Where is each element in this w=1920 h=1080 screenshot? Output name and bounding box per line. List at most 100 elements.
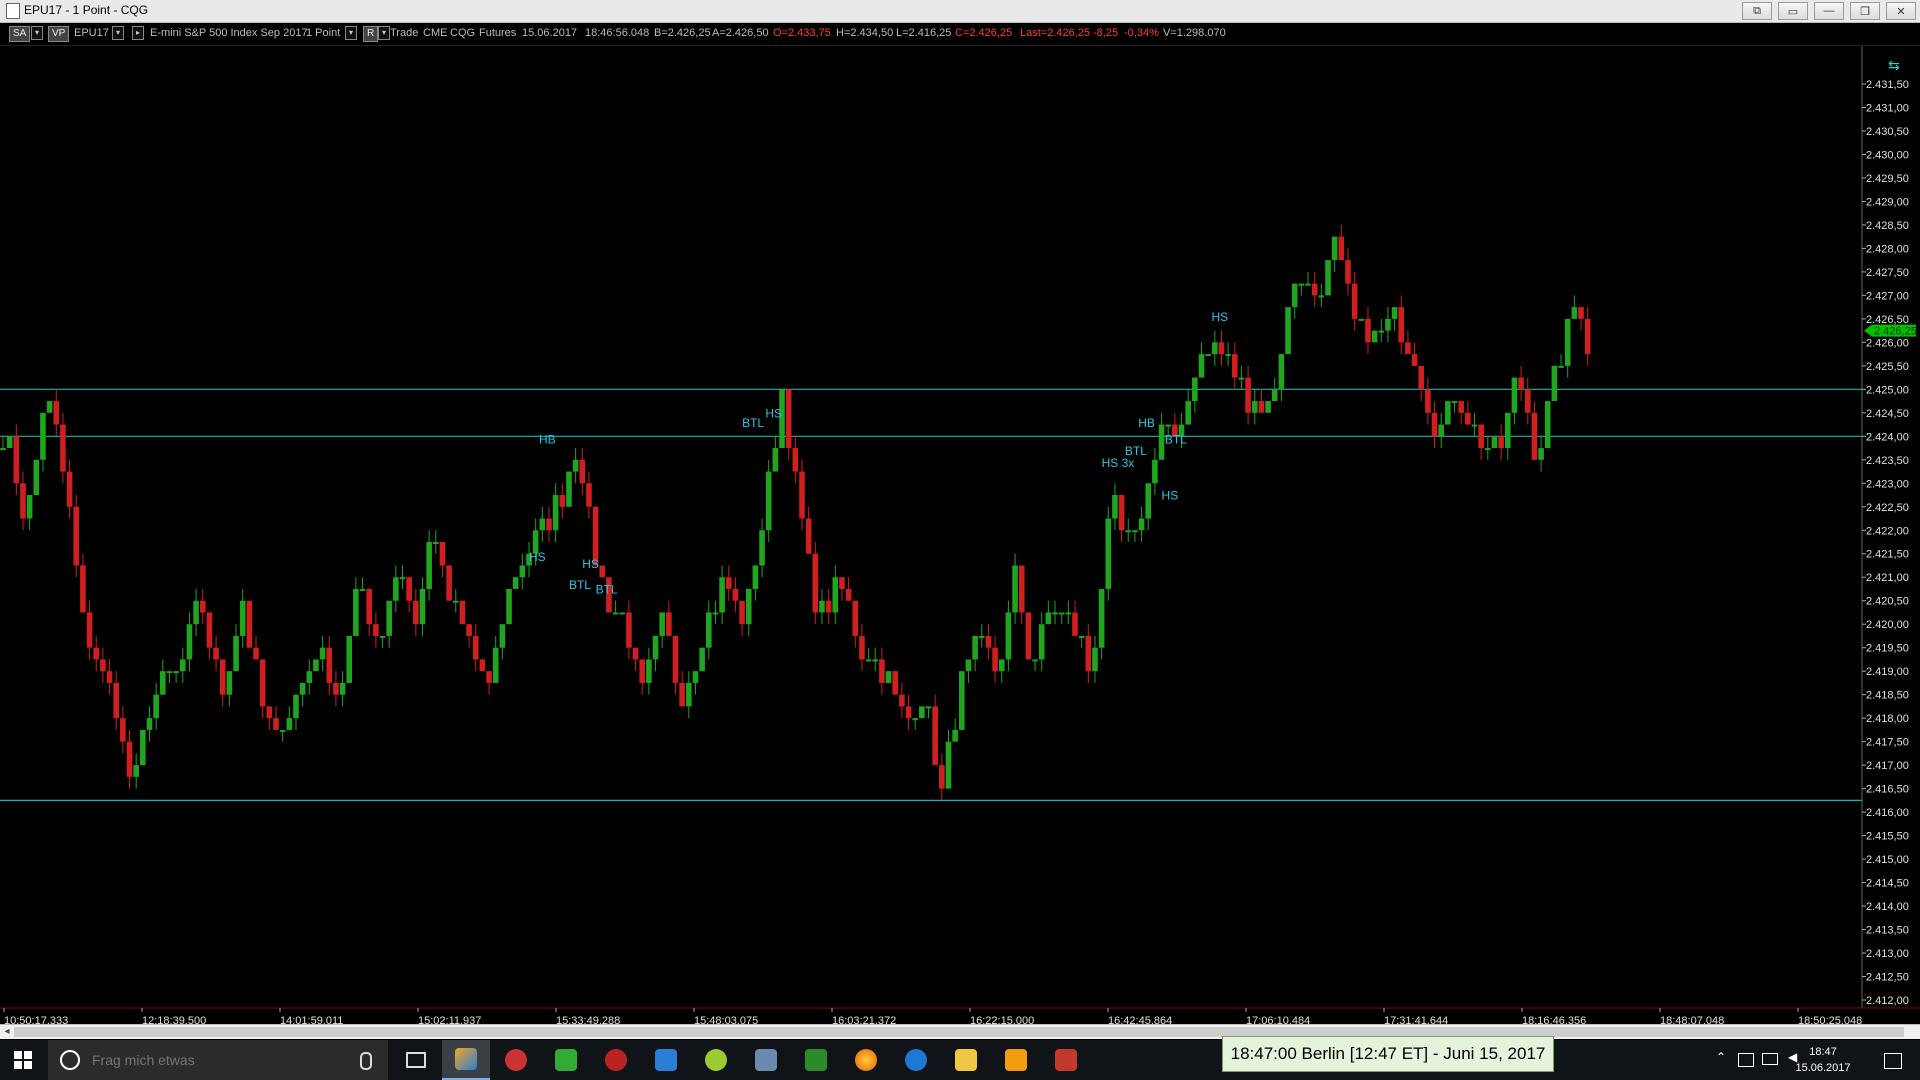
pattern-label: BTL [742, 416, 764, 430]
r-dropdown-icon[interactable]: ▾ [378, 26, 390, 40]
explorer-icon[interactable] [942, 1040, 990, 1080]
candle-body [1145, 483, 1152, 519]
price-tick-label: 2.414,00 [1866, 901, 1909, 913]
candle-body [1571, 307, 1578, 319]
candle-body [66, 471, 73, 507]
candle-body [1345, 260, 1351, 284]
candle-body [719, 577, 725, 613]
candle-body [419, 588, 426, 625]
symbol-label: EPU17 [74, 27, 109, 39]
candle-body [506, 588, 512, 625]
scroll-left-icon[interactable]: ◂ [0, 1025, 14, 1039]
candle-body [692, 671, 699, 683]
candle-body [46, 401, 53, 413]
candle-body [173, 671, 179, 674]
candle-body [785, 389, 792, 449]
candle-body [479, 659, 486, 672]
app6-icon[interactable] [692, 1040, 740, 1080]
pattern-label: HS [582, 557, 599, 571]
tray-time: 18:47 [1809, 1046, 1837, 1058]
r-button[interactable]: R [363, 26, 379, 42]
candle-body [612, 612, 619, 615]
price-tick-label: 2.422,50 [1866, 502, 1909, 514]
search-box[interactable] [48, 1040, 388, 1080]
minimize-button[interactable]: — [1814, 2, 1844, 20]
detach-window-button[interactable]: ▭ [1778, 2, 1808, 20]
app4-icon[interactable] [592, 1040, 640, 1080]
candle-body [60, 424, 66, 472]
app3-icon[interactable] [542, 1040, 590, 1080]
price-tick-label: 2.417,50 [1866, 737, 1909, 749]
ask-label: A=2.426,50 [712, 27, 769, 39]
app13-icon[interactable] [1042, 1040, 1090, 1080]
candle-body [406, 577, 412, 601]
candle-body [672, 635, 679, 683]
cortana-icon [60, 1050, 80, 1070]
candle-body [1025, 612, 1032, 660]
microphone-icon[interactable] [360, 1052, 372, 1070]
price-tick-label: 2.417,00 [1866, 760, 1909, 772]
price-tick-label: 2.424,50 [1866, 408, 1909, 420]
scroll-thumb[interactable] [14, 1027, 1904, 1037]
tray-clock[interactable]: 18:47 15.06.2017 [1788, 1044, 1858, 1076]
instrument-dropdown-icon[interactable]: ▸ [132, 26, 144, 40]
candle-body [1231, 354, 1238, 378]
sa-button[interactable]: SA [9, 26, 31, 42]
app2-icon[interactable] [492, 1040, 540, 1080]
candle-body [113, 682, 119, 719]
battery-icon[interactable] [1738, 1053, 1754, 1067]
candle-body [393, 577, 399, 601]
price-tick-label: 2.430,00 [1866, 149, 1909, 161]
start-button[interactable] [0, 1040, 46, 1080]
price-tick-label: 2.429,00 [1866, 196, 1909, 208]
candle-body [1078, 635, 1085, 638]
candle-body [179, 659, 186, 672]
candle-body [905, 706, 912, 719]
candle-body [1465, 412, 1471, 425]
candle-body [6, 436, 13, 449]
candle-body [1531, 412, 1538, 460]
interval-dropdown-icon[interactable]: ▾ [345, 26, 357, 40]
candle-body [1351, 283, 1358, 319]
cqg-icon[interactable] [442, 1040, 490, 1080]
candle-body [539, 518, 546, 531]
notifications-icon[interactable] [1884, 1053, 1902, 1069]
price-tick-label: 2.421,50 [1866, 549, 1909, 561]
candle-body [366, 588, 373, 625]
task-view-icon[interactable] [392, 1040, 440, 1080]
candle-body [373, 624, 379, 636]
candle-body [619, 612, 626, 615]
date-label: 15.06.2017 [522, 27, 578, 39]
window-titlebar[interactable]: EPU17 - 1 Point - CQG ⧉ ▭ — ❐ ✕ [0, 0, 1920, 23]
chevron-up-icon[interactable]: ⌃ [1716, 1050, 1730, 1064]
candle-body [1105, 518, 1112, 589]
app8-icon[interactable] [792, 1040, 840, 1080]
firefox-icon[interactable] [842, 1040, 890, 1080]
edge-icon[interactable] [892, 1040, 940, 1080]
high-label: H=2.434,50 [836, 27, 894, 39]
media-icon[interactable] [992, 1040, 1040, 1080]
candle-body [819, 600, 825, 613]
horizontal-scrollbar[interactable]: ◂ [0, 1024, 1920, 1039]
symbol-dropdown-icon[interactable]: ▾ [112, 26, 124, 40]
price-chart[interactable]: 2.412,00 2.412,50 2.413,00 2.413,50 2.414,00… [0, 46, 1920, 1052]
close-button[interactable]: ✕ [1886, 2, 1916, 20]
search-input[interactable] [90, 1051, 354, 1069]
pattern-label: HB [539, 432, 556, 446]
candle-body [1245, 377, 1251, 413]
candle-body [1418, 365, 1425, 390]
link-window-button[interactable]: ⧉ [1742, 2, 1772, 20]
restore-button[interactable]: ❐ [1850, 2, 1880, 20]
trade-label[interactable]: Trade [390, 27, 418, 39]
scroll-arrows-icon[interactable]: ⇆ [1888, 58, 1900, 74]
candle-body [879, 659, 885, 683]
candle-body [399, 577, 406, 580]
puzzle-icon[interactable] [642, 1040, 690, 1080]
vp-button[interactable]: VP [48, 26, 70, 42]
candle-body [1285, 307, 1291, 355]
network-icon[interactable] [1762, 1053, 1778, 1065]
app-icon [6, 3, 20, 19]
close-label: C=2.426,25 [955, 27, 1013, 39]
sa-dropdown-icon[interactable]: ▾ [31, 26, 43, 40]
app7-icon[interactable] [742, 1040, 790, 1080]
